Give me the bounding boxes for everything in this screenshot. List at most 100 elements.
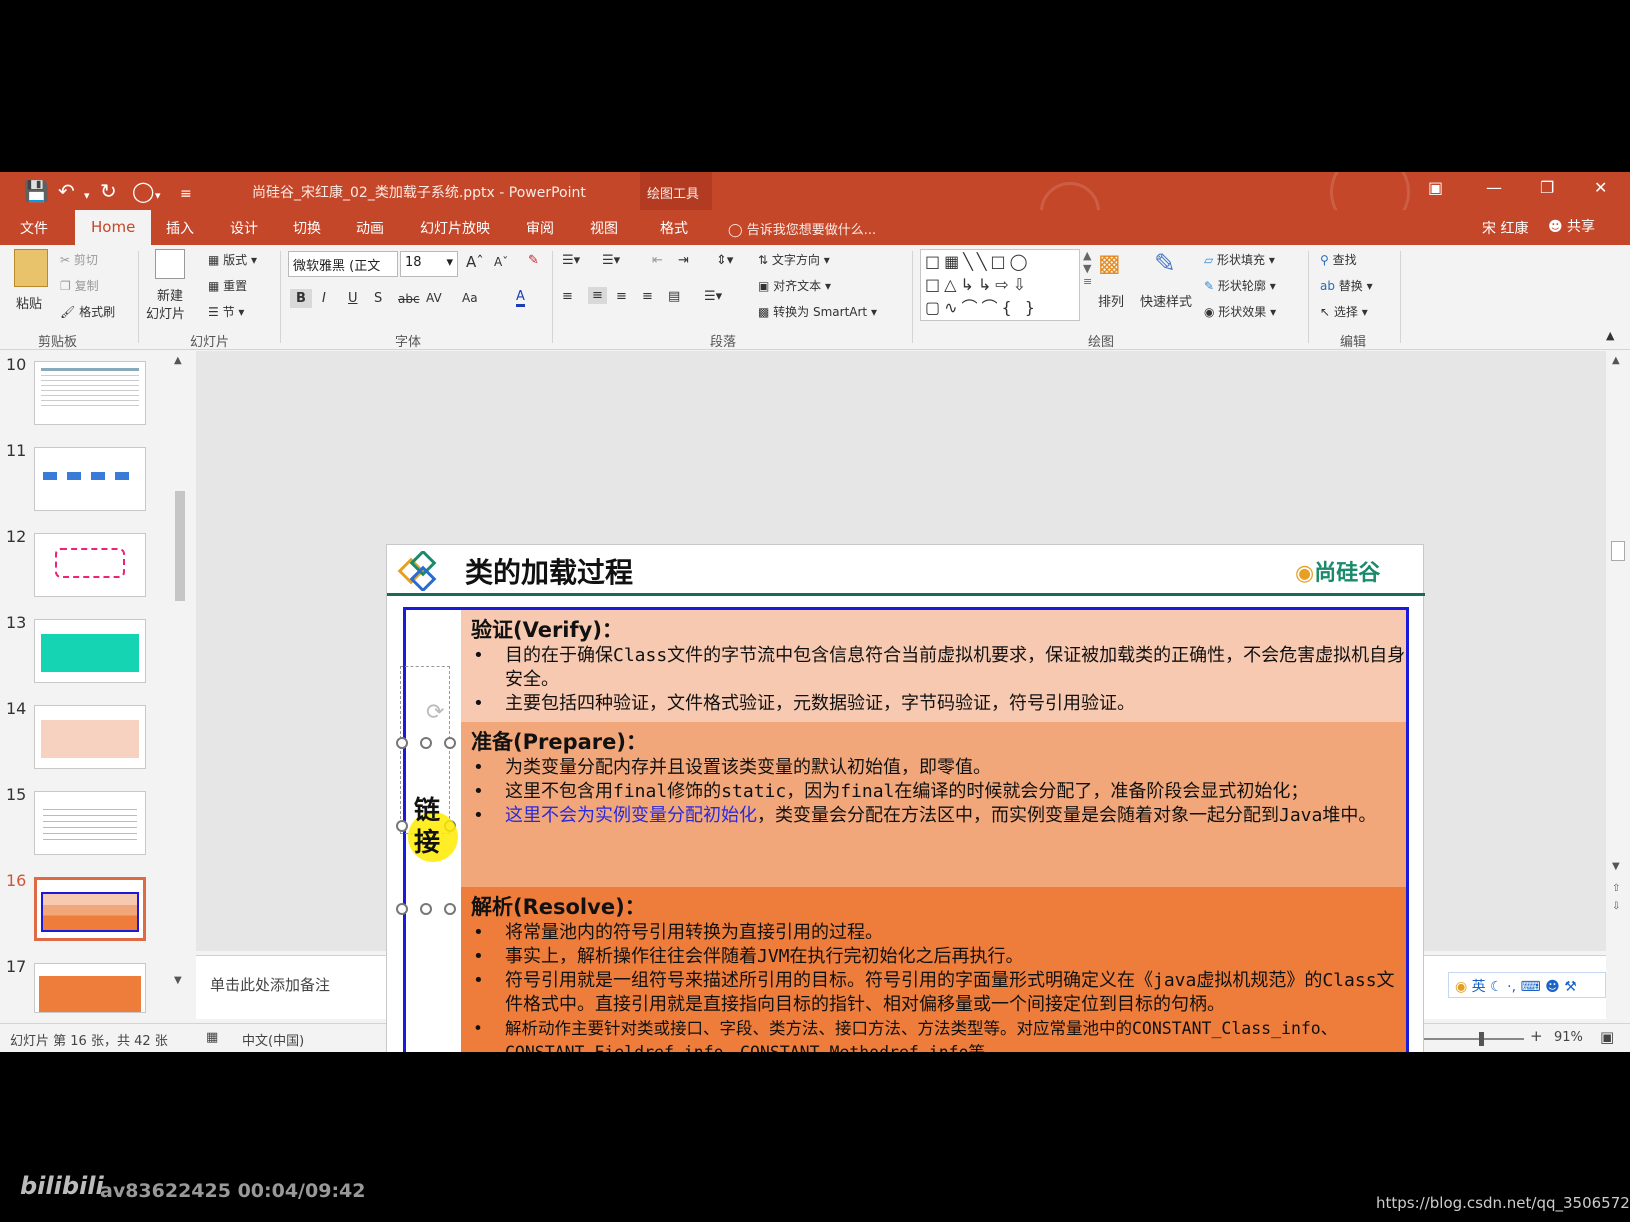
font-size-select[interactable]: 18 ▾ bbox=[400, 251, 458, 277]
find-button[interactable]: ⚲ 查找 bbox=[1320, 251, 1357, 268]
shape-outline-button[interactable]: ✎ 形状轮廓 ▾ bbox=[1204, 277, 1276, 294]
section-verify[interactable]: 验证(Verify)： 目的在于确保Class文件的字节流中包含信息符合当前虚拟… bbox=[461, 610, 1406, 722]
replace-button[interactable]: ab 替换 ▾ bbox=[1320, 277, 1373, 294]
slide-canvas[interactable]: 类的加载过程 ◉尚硅谷 ⟳ 链 接 验证(Verify)： • 目的在于确保Cl… bbox=[386, 544, 1425, 1052]
restore-icon[interactable]: ❐ bbox=[1540, 178, 1554, 197]
arrange-button[interactable]: 排列 bbox=[1098, 291, 1124, 310]
tab-animations[interactable]: 动画 bbox=[356, 218, 384, 238]
font-name-select[interactable]: 微软雅黑 (正文 bbox=[288, 251, 398, 277]
thumbnail-scrollbar[interactable]: ▲ ▼ bbox=[172, 351, 188, 1019]
bold-button[interactable]: B bbox=[290, 289, 312, 308]
notes-placeholder[interactable]: 单击此处添加备注 bbox=[210, 974, 330, 995]
resize-handle[interactable] bbox=[396, 737, 408, 749]
select-button[interactable]: ↖ 选择 ▾ bbox=[1320, 303, 1368, 320]
shrink-font-icon[interactable]: Aˇ bbox=[494, 255, 508, 269]
tab-insert[interactable]: 插入 bbox=[166, 218, 194, 238]
scroll-up-icon[interactable]: ▲ bbox=[1612, 355, 1620, 366]
minimize-icon[interactable]: — bbox=[1486, 178, 1502, 197]
resize-handle[interactable] bbox=[396, 820, 408, 832]
shapes-gallery[interactable]: □▦╲╲□◯ □△↳↳⇨⇩ ▢∿⌒⌒{ } bbox=[920, 249, 1080, 321]
strikethrough-button[interactable]: abc bbox=[398, 292, 420, 306]
ribbon-display-icon[interactable]: ▣ bbox=[1428, 178, 1443, 197]
next-slide-icon[interactable]: ⇩ bbox=[1612, 901, 1620, 912]
tab-format[interactable]: 格式 bbox=[660, 218, 688, 238]
align-text-button[interactable]: ▣ 对齐文本 ▾ bbox=[758, 277, 831, 294]
shape-effects-button[interactable]: ◉ 形状效果 ▾ bbox=[1204, 303, 1276, 320]
justify-icon[interactable]: ≡ bbox=[642, 289, 653, 304]
ime-mode[interactable]: 英 bbox=[1472, 979, 1486, 995]
section-resolve[interactable]: 解析(Resolve)： 将常量池内的符号引用转换为直接引用的过程。 事实上，解… bbox=[461, 887, 1406, 1052]
keyboard-icon[interactable]: ⌨ bbox=[1521, 979, 1541, 995]
resize-handle[interactable] bbox=[396, 903, 408, 915]
tab-file[interactable]: 文件 bbox=[20, 218, 48, 238]
close-icon[interactable]: ✕ bbox=[1594, 178, 1607, 197]
increase-indent-icon[interactable]: ⇥ bbox=[678, 253, 689, 268]
line-spacing-icon[interactable]: ⇕▾ bbox=[716, 253, 733, 268]
layout-button[interactable]: ▦ 版式 ▾ bbox=[208, 251, 257, 268]
slide-title[interactable]: 类的加载过程 bbox=[465, 551, 633, 591]
prev-slide-icon[interactable]: ⇧ bbox=[1612, 883, 1620, 894]
link-label-box[interactable]: ⟳ 链 接 bbox=[396, 610, 461, 1052]
tab-transitions[interactable]: 切换 bbox=[293, 218, 321, 238]
slide-thumbnail-14[interactable] bbox=[34, 705, 146, 769]
wrench-icon[interactable]: ⚒ bbox=[1564, 979, 1577, 995]
arrange-icon[interactable]: ▩ bbox=[1098, 249, 1128, 283]
undo-icon[interactable]: ↶ bbox=[58, 179, 75, 203]
slide-thumbnail-16[interactable] bbox=[34, 877, 146, 941]
slide-thumbnail-15[interactable] bbox=[34, 791, 146, 855]
tell-me-box[interactable]: ◯ 告诉我您想要做什么... bbox=[728, 219, 876, 238]
new-slide-icon[interactable] bbox=[155, 249, 185, 279]
slide-thumbnail-12[interactable] bbox=[34, 533, 146, 597]
quick-styles-button[interactable]: 快速样式 bbox=[1140, 291, 1192, 310]
reset-button[interactable]: ▦ 重置 bbox=[208, 277, 247, 294]
numbering-icon[interactable]: ☰▾ bbox=[602, 253, 620, 268]
resize-handle[interactable] bbox=[420, 903, 432, 915]
tab-review[interactable]: 审阅 bbox=[526, 218, 554, 238]
cut-button[interactable]: ✂ 剪切 bbox=[60, 251, 98, 268]
redo-icon[interactable]: ↻ bbox=[100, 179, 117, 203]
slide-thumbnail-11[interactable] bbox=[34, 447, 146, 511]
italic-button[interactable]: I bbox=[322, 291, 326, 306]
quick-styles-icon[interactable]: ✎ bbox=[1154, 249, 1188, 283]
new-slide-label-1[interactable]: 新建 bbox=[157, 285, 183, 304]
scroll-up-icon[interactable]: ▲ bbox=[174, 355, 182, 366]
zoom-level[interactable]: 91% bbox=[1554, 1030, 1583, 1045]
format-painter-button[interactable]: 🖌 格式刷 bbox=[60, 303, 115, 320]
copy-button[interactable]: ❐ 复制 bbox=[60, 277, 99, 294]
columns-icon[interactable]: ☰▾ bbox=[704, 289, 722, 304]
shadow-button[interactable]: S bbox=[374, 291, 382, 306]
editor-scrollbar[interactable]: ▲ ▼ ⇧ ⇩ bbox=[1608, 351, 1628, 1019]
share-button[interactable]: ☻ 共享 bbox=[1548, 216, 1595, 236]
align-left-icon[interactable]: ≡ bbox=[562, 289, 573, 304]
moon-icon[interactable]: ☾ bbox=[1490, 979, 1503, 995]
align-center-icon[interactable]: ≡ bbox=[588, 287, 607, 304]
customize-qat-icon[interactable]: ≡ bbox=[180, 182, 192, 206]
fit-to-window-icon[interactable]: ▣ bbox=[1600, 1028, 1614, 1046]
section-button[interactable]: ☰ 节 ▾ bbox=[208, 303, 244, 320]
grow-font-icon[interactable]: Aˆ bbox=[466, 253, 484, 271]
distributed-icon[interactable]: ▤ bbox=[668, 289, 680, 304]
gallery-scroll-icon[interactable]: ▲ ▼ ≡ bbox=[1083, 249, 1092, 288]
resize-handle[interactable] bbox=[444, 903, 456, 915]
scroll-down-icon[interactable]: ▼ bbox=[1612, 861, 1620, 872]
paste-button[interactable]: 粘贴 bbox=[16, 293, 42, 312]
zoom-in-icon[interactable]: + bbox=[1530, 1027, 1543, 1045]
resize-handle[interactable] bbox=[420, 737, 432, 749]
language-indicator[interactable]: 中文(中国) bbox=[242, 1030, 304, 1049]
content-frame[interactable]: ⟳ 链 接 验证(Verify)： • 目的在于确保Class文件的字节流中包含… bbox=[396, 607, 1409, 1052]
underline-button[interactable]: U bbox=[348, 291, 358, 306]
user-icon[interactable]: ☻ bbox=[1545, 979, 1560, 995]
tab-slideshow[interactable]: 幻灯片放映 bbox=[420, 218, 490, 238]
bullets-icon[interactable]: ☰▾ bbox=[562, 253, 580, 268]
scroll-thumb[interactable] bbox=[175, 491, 185, 601]
new-slide-label-2[interactable]: 幻灯片 bbox=[146, 303, 185, 322]
clear-format-icon[interactable]: ✎ bbox=[528, 253, 539, 268]
spellcheck-icon[interactable]: ▦ bbox=[206, 1030, 218, 1045]
punctuation-icon[interactable]: ·, bbox=[1507, 979, 1516, 995]
save-icon[interactable]: 💾 bbox=[24, 179, 49, 203]
tab-design[interactable]: 设计 bbox=[230, 218, 258, 238]
paste-icon[interactable] bbox=[14, 249, 48, 287]
scroll-thumb[interactable] bbox=[1611, 541, 1625, 561]
change-case-button[interactable]: Aa bbox=[462, 291, 478, 305]
slide-thumbnail-17[interactable] bbox=[34, 963, 146, 1013]
